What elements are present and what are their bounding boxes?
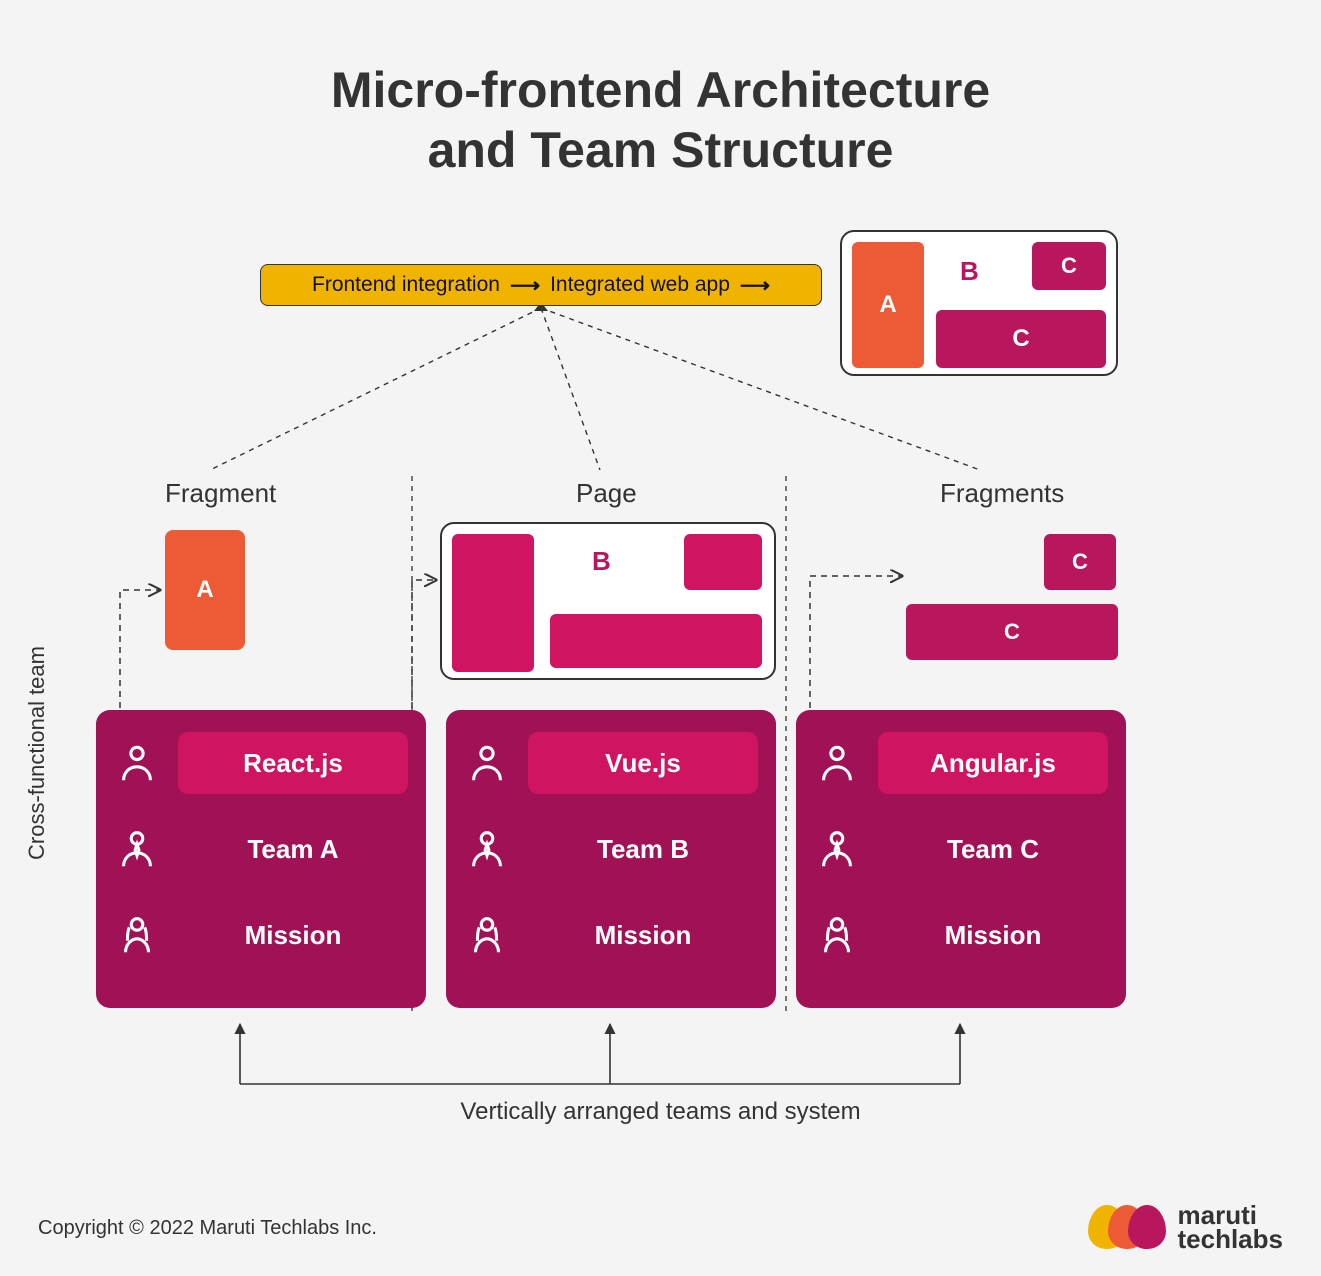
pill-right: Integrated web app	[550, 273, 730, 297]
mini-frag-c1: C	[1032, 242, 1106, 290]
integrated-layout: A B C C	[840, 230, 1118, 376]
person-long-hair-icon	[814, 912, 860, 958]
diagram-canvas: Micro-frontend Architecture and Team Str…	[0, 0, 1321, 1276]
pill-left: Frontend integration	[312, 273, 500, 297]
team-card-b: Vue.js Team B Mission	[446, 710, 776, 1008]
column-label-fragments: Fragments	[940, 478, 1064, 509]
team-name: Team C	[878, 818, 1108, 880]
person-tie-icon	[114, 826, 160, 872]
team-card-c: Angular.js Team C Mission	[796, 710, 1126, 1008]
page-block-left	[452, 534, 534, 672]
logo-blobs-icon	[1088, 1205, 1166, 1249]
fragment-c-wide: C	[906, 604, 1118, 660]
column-label-page: Page	[576, 478, 637, 509]
fragment-c-small: C	[1044, 534, 1116, 590]
person-icon	[464, 740, 510, 786]
person-tie-icon	[464, 826, 510, 872]
framework-tag: React.js	[178, 732, 408, 794]
mission-label: Mission	[878, 904, 1108, 966]
person-long-hair-icon	[464, 912, 510, 958]
mini-frag-b: B	[960, 256, 979, 287]
diagram-title: Micro-frontend Architecture and Team Str…	[0, 60, 1321, 180]
page-block-topright	[684, 534, 762, 590]
integration-pill: Frontend integration ⟶ Integrated web ap…	[260, 264, 822, 306]
column-label-fragment: Fragment	[165, 478, 276, 509]
person-icon	[814, 740, 860, 786]
mission-label: Mission	[528, 904, 758, 966]
arrow-right-icon: ⟶	[740, 273, 770, 298]
page-label-b: B	[592, 546, 611, 577]
person-icon	[114, 740, 160, 786]
mini-frag-c2: C	[936, 310, 1106, 368]
framework-tag: Angular.js	[878, 732, 1108, 794]
framework-tag: Vue.js	[528, 732, 758, 794]
maruti-logo: maruti techlabs	[1088, 1203, 1284, 1252]
title-line2: and Team Structure	[428, 122, 894, 178]
person-tie-icon	[814, 826, 860, 872]
title-line1: Micro-frontend Architecture	[331, 62, 990, 118]
logo-text: maruti techlabs	[1178, 1203, 1284, 1252]
logo-line2: techlabs	[1178, 1227, 1284, 1252]
person-long-hair-icon	[114, 912, 160, 958]
team-card-a: React.js Team A Mission	[96, 710, 426, 1008]
mini-frag-a: A	[852, 242, 924, 368]
page-block-bottom	[550, 614, 762, 668]
side-label: Cross-functional team	[24, 646, 50, 860]
fragment-a: A	[165, 530, 245, 650]
team-name: Team B	[528, 818, 758, 880]
copyright-text: Copyright © 2022 Maruti Techlabs Inc.	[38, 1217, 377, 1240]
arrow-right-icon: ⟶	[510, 273, 540, 298]
team-name: Team A	[178, 818, 408, 880]
page-layout: B	[440, 522, 776, 680]
mission-label: Mission	[178, 904, 408, 966]
bottom-label: Vertically arranged teams and system	[0, 1098, 1321, 1126]
